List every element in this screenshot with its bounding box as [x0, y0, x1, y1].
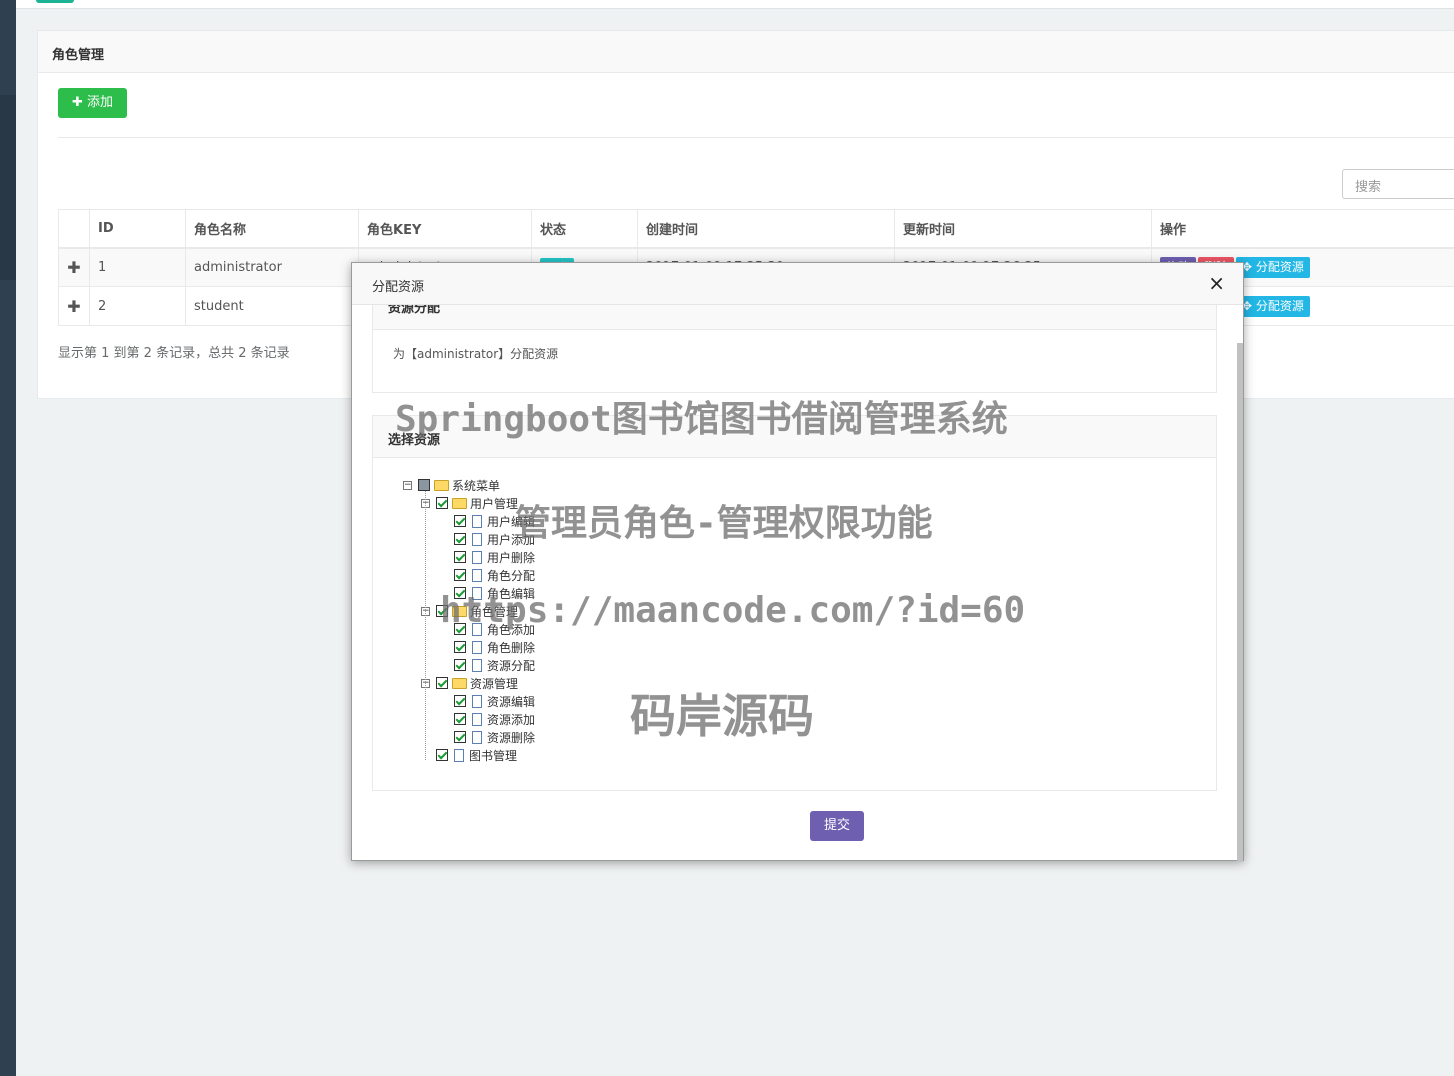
- assign-resource-modal: 分配资源 × 资源分配 为【administrator】分配资源 选择资源 − 系…: [351, 262, 1244, 862]
- column-header-updated[interactable]: 更新时间: [894, 209, 1152, 249]
- cell-name: student: [185, 286, 359, 326]
- tree-node-label[interactable]: 用户管理: [470, 495, 518, 512]
- panel-title: 角色管理: [38, 31, 1454, 73]
- expand-icon[interactable]: ✚: [58, 247, 90, 287]
- tree-connector: [425, 488, 426, 760]
- cell-id: 1: [89, 247, 186, 287]
- column-header-status[interactable]: 状态: [531, 209, 638, 249]
- file-icon: [472, 532, 482, 546]
- tree-node-label[interactable]: 资源编辑: [487, 693, 535, 710]
- file-icon: [472, 712, 482, 726]
- checkbox[interactable]: [454, 659, 466, 671]
- menu-toggle-button[interactable]: [36, 0, 74, 3]
- tree-leaf[interactable]: 资源分配: [439, 656, 535, 674]
- modal-scrollbar[interactable]: [1237, 343, 1243, 862]
- checkbox[interactable]: [454, 731, 466, 743]
- divider: [58, 137, 1454, 138]
- file-icon: [472, 640, 482, 654]
- collapse-toggle-icon[interactable]: −: [403, 480, 412, 490]
- checkbox[interactable]: [436, 749, 448, 761]
- checkbox[interactable]: [436, 677, 448, 689]
- file-icon: [472, 568, 482, 582]
- tree-leaf[interactable]: 角色删除: [439, 638, 535, 656]
- tree-node-label[interactable]: 资源添加: [487, 711, 535, 728]
- checkbox[interactable]: [454, 515, 466, 527]
- tree-leaf[interactable]: 图书管理: [421, 746, 517, 764]
- tree-leaf[interactable]: 资源删除: [439, 728, 535, 746]
- close-icon[interactable]: ×: [1208, 272, 1225, 294]
- checkbox[interactable]: [454, 713, 466, 725]
- checkbox[interactable]: [418, 479, 430, 491]
- column-header-expand: [58, 209, 90, 249]
- watermark-line: Springboot图书馆图书借阅管理系统: [395, 399, 1008, 440]
- folder-icon: [452, 677, 467, 689]
- table-header-row: ID 角色名称 角色KEY 状态 创建时间 更新时间 操作: [58, 209, 1454, 249]
- checkbox[interactable]: [454, 695, 466, 707]
- file-icon: [472, 550, 482, 564]
- assign-resource-button[interactable]: ✥ 分配资源: [1236, 256, 1310, 278]
- modal-header: 分配资源 ×: [352, 263, 1243, 305]
- tree-root[interactable]: − 系统菜单: [403, 476, 500, 494]
- file-icon: [454, 748, 464, 762]
- tree-leaf[interactable]: 资源编辑: [439, 692, 535, 710]
- submit-button[interactable]: 提交: [810, 811, 864, 841]
- file-icon: [472, 514, 482, 528]
- tree-group[interactable]: − 资源管理: [421, 674, 518, 692]
- folder-icon: [452, 497, 467, 509]
- tree-group[interactable]: − 用户管理: [421, 494, 518, 512]
- watermark-line: 管理员角色-管理权限功能: [515, 503, 933, 544]
- section-title: 资源分配: [373, 305, 1216, 330]
- checkbox[interactable]: [454, 551, 466, 563]
- sidebar: [0, 0, 16, 1076]
- assign-description: 为【administrator】分配资源: [393, 347, 559, 361]
- expand-icon[interactable]: ✚: [58, 286, 90, 326]
- tree-node-label[interactable]: 资源分配: [487, 657, 535, 674]
- tree-node-label[interactable]: 资源删除: [487, 729, 535, 746]
- search-input[interactable]: 搜索: [1342, 169, 1454, 199]
- file-icon: [472, 658, 482, 672]
- checkbox[interactable]: [436, 497, 448, 509]
- top-bar: [16, 0, 1454, 9]
- resource-assign-box: 资源分配 为【administrator】分配资源: [372, 305, 1217, 393]
- sidebar-active-band: [0, 95, 16, 280]
- tree-leaf[interactable]: 角色分配: [439, 566, 535, 584]
- column-header-name[interactable]: 角色名称: [185, 209, 359, 249]
- tree-node-label[interactable]: 角色删除: [487, 639, 535, 656]
- tree-leaf[interactable]: 用户删除: [439, 548, 535, 566]
- tree-node-label[interactable]: 用户删除: [487, 549, 535, 566]
- tree-node-label[interactable]: 系统菜单: [452, 477, 500, 494]
- file-icon: [472, 694, 482, 708]
- tree-node-label[interactable]: 资源管理: [470, 675, 518, 692]
- column-header-key[interactable]: 角色KEY: [358, 209, 532, 249]
- column-header-id[interactable]: ID: [89, 209, 186, 249]
- file-icon: [472, 730, 482, 744]
- add-button[interactable]: ✚ 添加: [58, 88, 127, 118]
- modal-title: 分配资源: [372, 280, 425, 295]
- column-header-created[interactable]: 创建时间: [637, 209, 895, 249]
- tree-node-label[interactable]: 角色分配: [487, 567, 535, 584]
- watermark-line: https://maancode.com/?id=60: [440, 590, 1026, 631]
- tree-leaf[interactable]: 资源添加: [439, 710, 535, 728]
- folder-icon: [434, 479, 449, 491]
- checkbox[interactable]: [454, 569, 466, 581]
- assign-resource-button[interactable]: ✥ 分配资源: [1236, 295, 1310, 317]
- pagination-info: 显示第 1 到第 2 条记录，总共 2 条记录: [58, 346, 290, 361]
- checkbox[interactable]: [454, 533, 466, 545]
- cell-name: administrator: [185, 247, 359, 287]
- column-header-actions: 操作: [1151, 209, 1454, 249]
- modal-body: 资源分配 为【administrator】分配资源 选择资源 − 系统菜单 − 用户管…: [352, 305, 1238, 862]
- watermark-line: 码岸源码: [630, 689, 814, 743]
- checkbox[interactable]: [454, 641, 466, 653]
- cell-id: 2: [89, 286, 186, 326]
- tree-node-label[interactable]: 图书管理: [469, 747, 517, 764]
